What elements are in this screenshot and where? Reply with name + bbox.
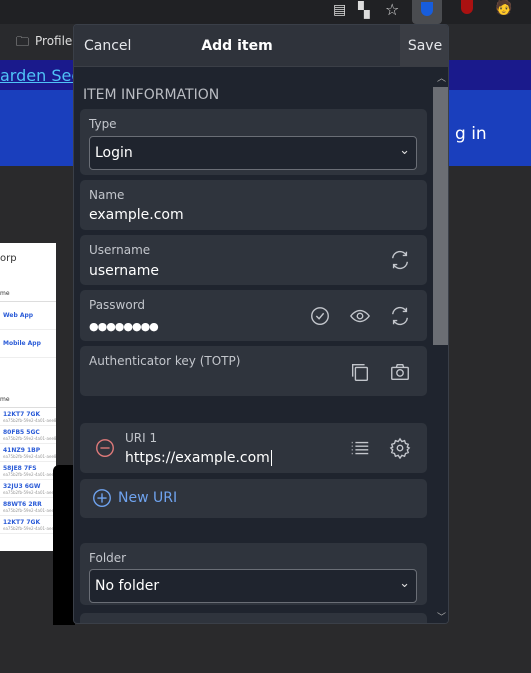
password-label: Password — [89, 298, 146, 312]
key-row[interactable]: 80FB5 5GCea75b2fb-59e2-4a01-aee8-ae500 — [0, 426, 56, 444]
bitwarden-popup: Cancel Add item Save ︿ ﹀ ITEM INFORMATIO… — [73, 24, 449, 624]
key-id: 80FB5 5GC — [3, 429, 40, 436]
popup-header: Cancel Add item Save — [74, 25, 448, 67]
ublock-extension-icon[interactable] — [461, 0, 473, 14]
key-uuid: ea75b2fb-59e2-4a01-aee8-ae500 — [3, 472, 56, 477]
next-field — [80, 613, 427, 623]
key-uuid: ea75b2fb-59e2-4a01-aee8-ae500 — [3, 436, 56, 441]
key-id: 41NZ9 1BP — [3, 447, 41, 454]
uri-input[interactable]: https://example.com — [125, 450, 272, 466]
name-input[interactable]: example.com — [89, 207, 184, 223]
type-label: Type — [89, 117, 117, 131]
type-field: Type Login ⌄ — [80, 109, 427, 175]
totp-label: Authenticator key (TOTP) — [89, 354, 241, 368]
install-app-icon[interactable]: ▚ — [358, 1, 370, 19]
folder-field: Folder No folder ⌄ — [80, 543, 427, 605]
column-header: me — [0, 396, 56, 408]
browser-toolbar: ▤ ▚ ☆ 🧑 — [0, 0, 531, 24]
login-link[interactable]: g in — [455, 124, 487, 144]
extension-avatar-icon[interactable]: 🧑 — [495, 0, 512, 16]
key-row[interactable]: 12KT7 7GKea75b2fb-59e2-4a01-aee8-ae500 — [0, 408, 56, 426]
save-button[interactable]: Save — [400, 25, 448, 67]
uri-label: URI 1 — [125, 431, 158, 445]
chevron-down-icon: ⌄ — [399, 143, 410, 158]
key-row[interactable]: 88WT6 2RRea75b2fb-59e2-4a01-aee8-ae500 — [0, 498, 56, 516]
password-input[interactable]: ●●●●●●●● — [89, 320, 159, 333]
folder-value: No folder — [95, 578, 160, 594]
key-uuid: ea75b2fb-59e2-4a01-aee8-ae500 — [3, 454, 56, 459]
key-uuid: ea75b2fb-59e2-4a01-aee8-ae500 — [3, 508, 56, 513]
key-uuid: ea75b2fb-59e2-4a01-aee8-ae500 — [3, 490, 56, 495]
generate-password-icon[interactable] — [389, 305, 411, 327]
section-heading: ITEM INFORMATION — [83, 87, 220, 103]
key-uuid: ea75b2fb-59e2-4a01-aee8-ae500 — [3, 526, 56, 531]
name-label: Name — [89, 188, 125, 202]
scrollbar-thumb[interactable] — [433, 87, 448, 345]
key-row[interactable]: 12KT7 7GKea75b2fb-59e2-4a01-aee8-ae500 — [0, 516, 56, 534]
overlay-panel — [53, 465, 75, 625]
app-link[interactable]: Mobile App — [0, 330, 56, 358]
remove-uri-icon[interactable] — [94, 437, 116, 459]
folder-select[interactable]: No folder ⌄ — [89, 569, 417, 603]
key-row[interactable]: 32JU3 6GWea75b2fb-59e2-4a01-aee8-ae500 — [0, 480, 56, 498]
page-heading: orp — [0, 253, 17, 264]
page-title: Add item — [201, 38, 273, 54]
camera-icon[interactable] — [389, 361, 411, 383]
bitwarden-extension-button[interactable] — [412, 0, 442, 24]
key-id: 32JU3 6GW — [3, 483, 41, 490]
username-label: Username — [89, 243, 151, 257]
reader-icon[interactable]: ▤ — [333, 2, 346, 18]
plus-circle-icon — [91, 487, 113, 509]
page-content-card: orp me Web App Mobile App me 12KT7 7GK ea… — [0, 243, 56, 551]
scroll-down-icon[interactable]: ﹀ — [437, 610, 446, 623]
chevron-down-icon: ⌄ — [399, 576, 410, 591]
key-row[interactable]: 58JE8 7FSea75b2fb-59e2-4a01-aee8-ae500 — [0, 462, 56, 480]
type-value: Login — [95, 145, 133, 161]
type-select[interactable]: Login ⌄ — [89, 136, 417, 170]
key-id: 58JE8 7FS — [3, 465, 37, 472]
new-uri-button[interactable]: New URI — [80, 479, 427, 518]
uri-field: URI 1 https://example.com — [80, 423, 427, 473]
generate-username-icon[interactable] — [389, 249, 411, 271]
key-uuid: ea75b2fb-59e2-4a01-aee8-ae500 — [3, 418, 56, 423]
key-row[interactable]: 41NZ9 1BPea75b2fb-59e2-4a01-aee8-ae500 — [0, 444, 56, 462]
match-detection-icon[interactable] — [349, 437, 371, 459]
name-field: Name example.com — [80, 180, 427, 230]
folder-icon: 🗀 — [16, 35, 30, 50]
column-header: me — [0, 290, 56, 302]
username-field: Username username — [80, 235, 427, 285]
key-id: 88WT6 2RR — [3, 501, 42, 508]
page-link[interactable]: arden Sec — [0, 66, 80, 85]
bitwarden-shield-icon — [421, 2, 433, 16]
eye-icon[interactable] — [349, 305, 371, 327]
gear-icon[interactable] — [389, 437, 411, 460]
bookmark-star-icon[interactable]: ☆ — [385, 0, 399, 19]
key-id: 12KT7 7GK — [3, 411, 41, 418]
key-id: 12KT7 7GK — [3, 519, 41, 526]
totp-field: Authenticator key (TOTP) — [80, 346, 427, 396]
scroll-up-icon[interactable]: ︿ — [437, 71, 446, 84]
folder-label: Folder — [89, 551, 127, 565]
username-input[interactable]: username — [89, 263, 159, 279]
new-uri-label: New URI — [118, 490, 178, 506]
copy-icon[interactable] — [349, 361, 371, 383]
app-link[interactable]: Web App — [0, 302, 56, 330]
check-password-icon[interactable] — [309, 305, 331, 327]
password-field: Password ●●●●●●●● — [80, 290, 427, 341]
